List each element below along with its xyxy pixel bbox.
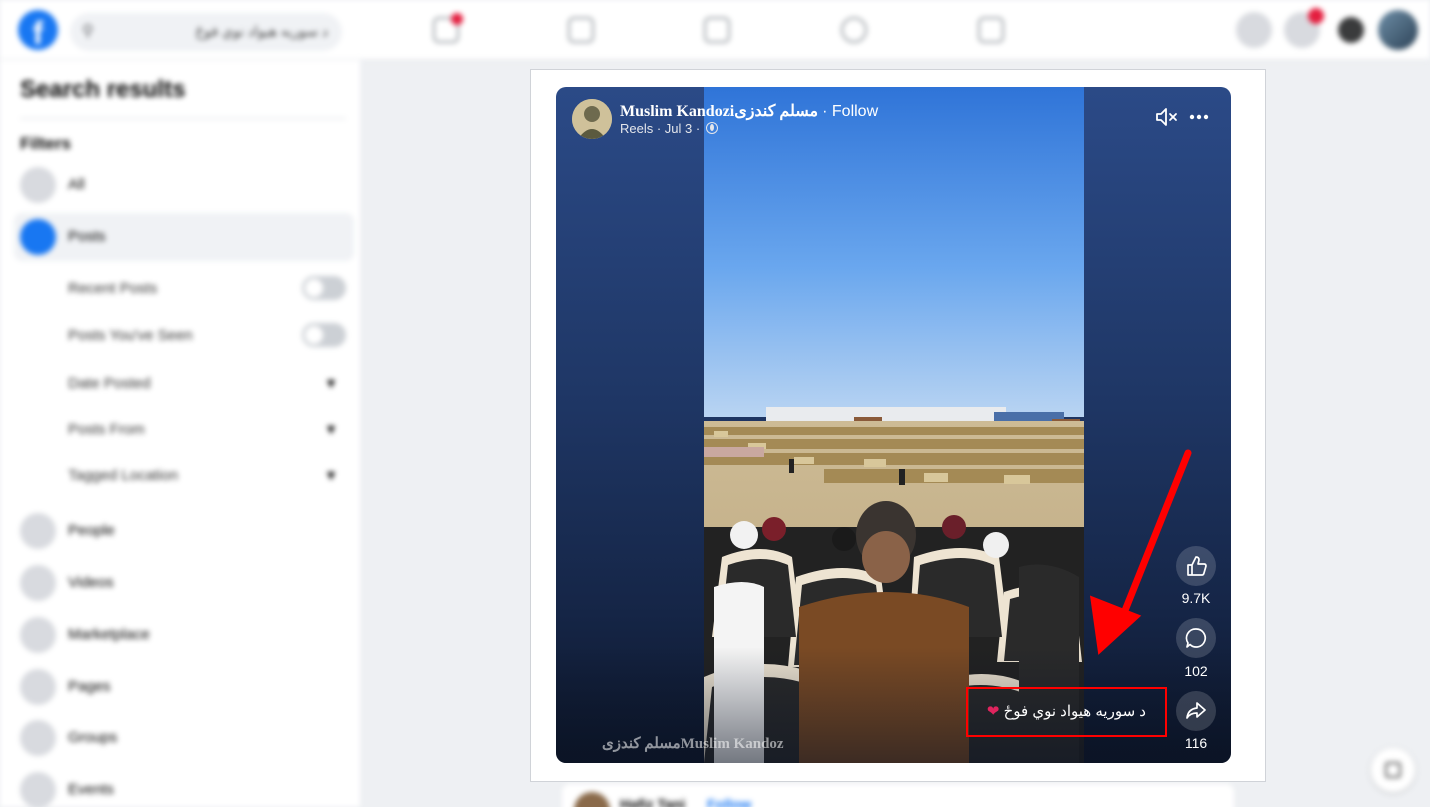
filter-label: Date Posted xyxy=(68,375,151,392)
grid-icon xyxy=(20,167,56,203)
comment-count: 102 xyxy=(1184,663,1208,679)
search-input[interactable]: ⚲ د سوريه هيواد نوي فوځ xyxy=(70,13,342,51)
watch-icon[interactable] xyxy=(704,17,730,43)
groups-icon xyxy=(20,720,56,756)
sidebar-item-pages[interactable]: Pages xyxy=(14,663,354,711)
avatar[interactable] xyxy=(574,792,610,807)
filter-label: Posts You've Seen xyxy=(68,327,193,344)
new-message-button[interactable] xyxy=(1371,748,1415,792)
gaming-icon[interactable] xyxy=(978,17,1004,43)
filter-posts-seen[interactable]: Posts You've Seen xyxy=(68,321,348,351)
posts-seen-toggle[interactable] xyxy=(302,323,346,347)
facebook-logo[interactable]: f xyxy=(18,10,58,50)
search-results-title: Search results xyxy=(20,76,186,103)
posts-icon xyxy=(20,219,56,255)
notifications-icon[interactable] xyxy=(1338,17,1364,43)
sidebar-item-label: Marketplace xyxy=(68,626,150,643)
sidebar-item-all[interactable]: All xyxy=(14,161,354,209)
search-query-text: د سوريه هيواد نوي فوځ xyxy=(195,23,328,39)
video-icon xyxy=(20,565,56,601)
sidebar-item-videos[interactable]: Videos xyxy=(14,559,354,607)
sidebar-divider xyxy=(20,118,346,119)
messenger-icon[interactable] xyxy=(1284,8,1324,48)
search-icon: ⚲ xyxy=(82,23,94,40)
top-navigation-bar: f ⚲ د سوريه هيواد نوي فوځ xyxy=(0,0,1430,60)
profile-avatar[interactable] xyxy=(1378,10,1418,50)
filter-date-posted[interactable]: Date Posted ▼ xyxy=(68,369,348,399)
search-sidebar: Search results Filters All Posts Recent … xyxy=(0,60,360,807)
more-options-icon[interactable] xyxy=(1188,108,1210,126)
next-post-author[interactable]: Hafiz Tani xyxy=(620,796,685,807)
chevron-down-icon: ▼ xyxy=(324,375,338,391)
filter-posts-from[interactable]: Posts From ▼ xyxy=(68,415,348,445)
share-count: 116 xyxy=(1184,735,1208,751)
sidebar-item-label: All xyxy=(68,176,85,193)
calendar-icon xyxy=(20,772,56,807)
author-name-arabic[interactable]: مسلم کندزی xyxy=(734,103,818,120)
video-watermark: مسلم کندزیMuslim Kandoz xyxy=(602,734,784,753)
share-button[interactable] xyxy=(1176,691,1216,731)
marketplace-icon[interactable] xyxy=(841,17,867,43)
people-icon xyxy=(20,513,56,549)
shop-icon xyxy=(20,617,56,653)
caption-highlight-box xyxy=(966,687,1167,737)
reel-header: Muslim Kandoziمسلم کندزی · Follow Reels … xyxy=(572,99,1212,143)
next-post-card: Hafiz Tani Follow xyxy=(562,784,1234,807)
sidebar-item-label: Videos xyxy=(68,574,114,591)
chevron-down-icon: ▼ xyxy=(324,467,338,483)
sidebar-item-label: Groups xyxy=(68,729,118,746)
author-name-latin[interactable]: Muslim Kandozi xyxy=(620,103,734,120)
filter-tagged-location[interactable]: Tagged Location ▼ xyxy=(68,461,348,491)
watermark-latin: Muslim Kandoz xyxy=(680,736,784,752)
filter-recent-posts[interactable]: Recent Posts xyxy=(68,274,348,304)
filter-label: Posts From xyxy=(68,421,145,438)
sidebar-item-marketplace[interactable]: Marketplace xyxy=(14,611,354,659)
author-avatar-image xyxy=(572,99,612,139)
post-meta: Reels · Jul 3 · xyxy=(620,121,718,136)
friends-icon[interactable] xyxy=(568,17,594,43)
filters-heading: Filters xyxy=(20,134,72,153)
red-annotation-arrow xyxy=(1089,449,1192,655)
compose-icon xyxy=(1385,762,1401,778)
globe-icon xyxy=(705,122,718,134)
post-meta-text: Reels · Jul 3 · xyxy=(620,121,701,136)
sidebar-item-posts[interactable]: Posts xyxy=(14,213,354,261)
sidebar-item-label: People xyxy=(68,522,115,539)
follow-button[interactable]: · Follow xyxy=(822,103,878,120)
reel-player[interactable]: Muslim Kandoziمسلم کندزی · Follow Reels … xyxy=(556,87,1231,763)
sidebar-item-label: Pages xyxy=(68,678,111,695)
sidebar-item-events[interactable]: Events xyxy=(14,766,354,807)
sidebar-item-groups[interactable]: Groups xyxy=(14,714,354,762)
menu-grid-icon[interactable] xyxy=(1236,12,1272,48)
sidebar-item-label: Posts xyxy=(68,228,106,245)
filter-label: Recent Posts xyxy=(68,280,158,297)
sidebar-item-label: Events xyxy=(68,781,114,798)
next-post-follow-link[interactable]: Follow xyxy=(707,796,751,807)
recent-posts-toggle[interactable] xyxy=(302,276,346,300)
notification-dot xyxy=(451,13,463,25)
watermark-arabic: مسلم کندزی xyxy=(602,736,681,752)
home-icon[interactable] xyxy=(433,13,463,43)
sidebar-item-people[interactable]: People xyxy=(14,507,354,555)
chevron-down-icon: ▼ xyxy=(324,421,338,437)
flag-icon xyxy=(20,669,56,705)
author-name-line[interactable]: Muslim Kandoziمسلم کندزی · Follow xyxy=(620,101,878,121)
messenger-badge xyxy=(1308,8,1324,24)
filter-label: Tagged Location xyxy=(68,467,179,484)
share-arrow-icon xyxy=(1186,702,1206,719)
avatar[interactable] xyxy=(572,99,612,139)
mute-icon[interactable] xyxy=(1155,107,1179,127)
